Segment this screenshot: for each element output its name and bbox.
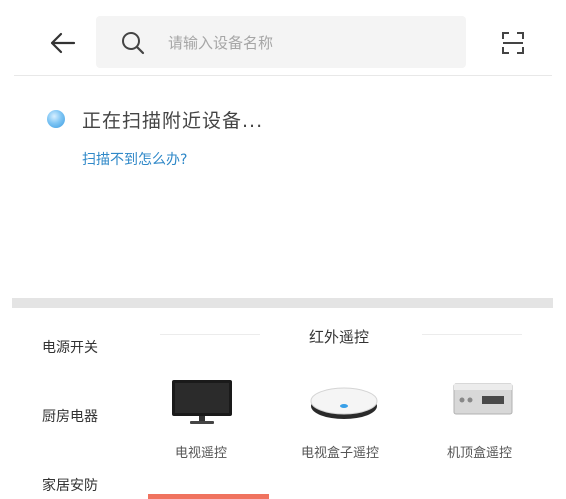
category-item-kitchen-appliances[interactable]: 厨房电器 [42, 406, 98, 426]
active-tab-indicator [148, 494, 269, 499]
tv-box-icon [310, 387, 378, 419]
scan-code-button[interactable] [499, 29, 527, 57]
category-item-power-switch[interactable]: 电源开关 [42, 337, 98, 357]
tv-icon [172, 380, 232, 424]
search-input[interactable] [166, 28, 450, 58]
search-box[interactable] [96, 16, 466, 68]
device-label-tv-box: 电视盒子遥控 [301, 446, 380, 461]
scan-icon [502, 32, 524, 54]
panel-title: 红外遥控 [309, 328, 370, 346]
section-divider [12, 298, 553, 308]
panel-title-line-left [160, 334, 260, 335]
set-top-box-icon [453, 383, 513, 415]
back-arrow-icon [50, 32, 76, 54]
device-label-set-top-box: 机顶盒遥控 [447, 446, 513, 461]
top-bar [0, 0, 566, 80]
scanning-indicator-icon [47, 110, 65, 128]
panel-title-line-right [422, 334, 522, 335]
search-icon [122, 32, 145, 55]
device-label-tv: 电视遥控 [175, 446, 228, 461]
category-item-home-security[interactable]: 家居安防 [42, 475, 98, 495]
top-bar-divider [14, 75, 552, 76]
scan-status-text: 正在扫描附近设备... [82, 110, 264, 132]
scan-help-link[interactable]: 扫描不到怎么办? [82, 149, 187, 169]
back-button[interactable] [44, 25, 84, 61]
